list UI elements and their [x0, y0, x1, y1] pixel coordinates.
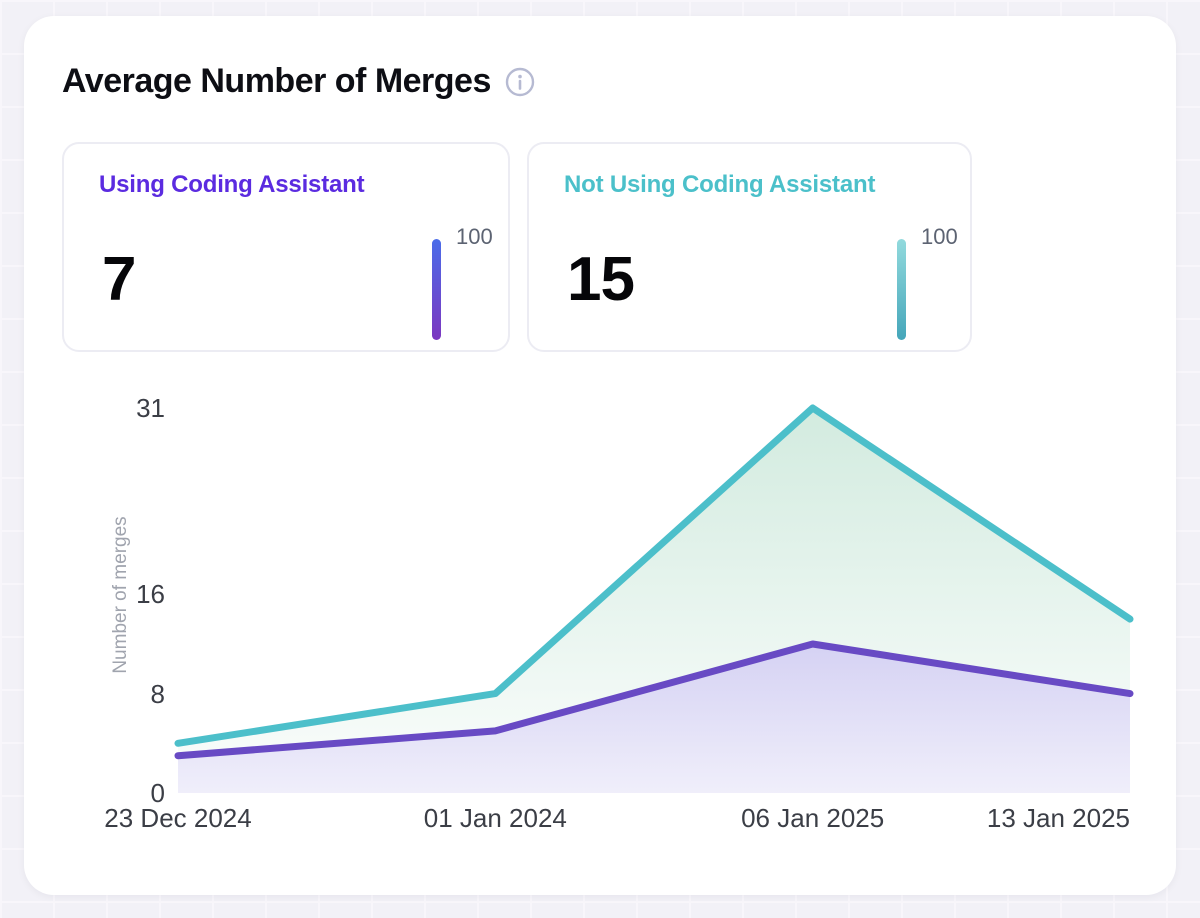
dashboard-card: Average Number of Merges Using Coding As… [24, 16, 1176, 895]
y-tick-label: 31 [75, 392, 165, 424]
merges-area-chart: Number of merges 081631 23 Dec 202401 Ja… [24, 16, 1176, 895]
y-tick-label: 16 [75, 578, 165, 610]
x-tick-label: 06 Jan 2025 [741, 803, 884, 834]
x-tick-label: 01 Jan 2024 [424, 803, 567, 834]
chart-plot-svg [178, 408, 1130, 793]
y-tick-label: 8 [75, 678, 165, 710]
x-tick-label: 13 Jan 2025 [987, 803, 1130, 834]
x-tick-label: 23 Dec 2024 [104, 803, 251, 834]
